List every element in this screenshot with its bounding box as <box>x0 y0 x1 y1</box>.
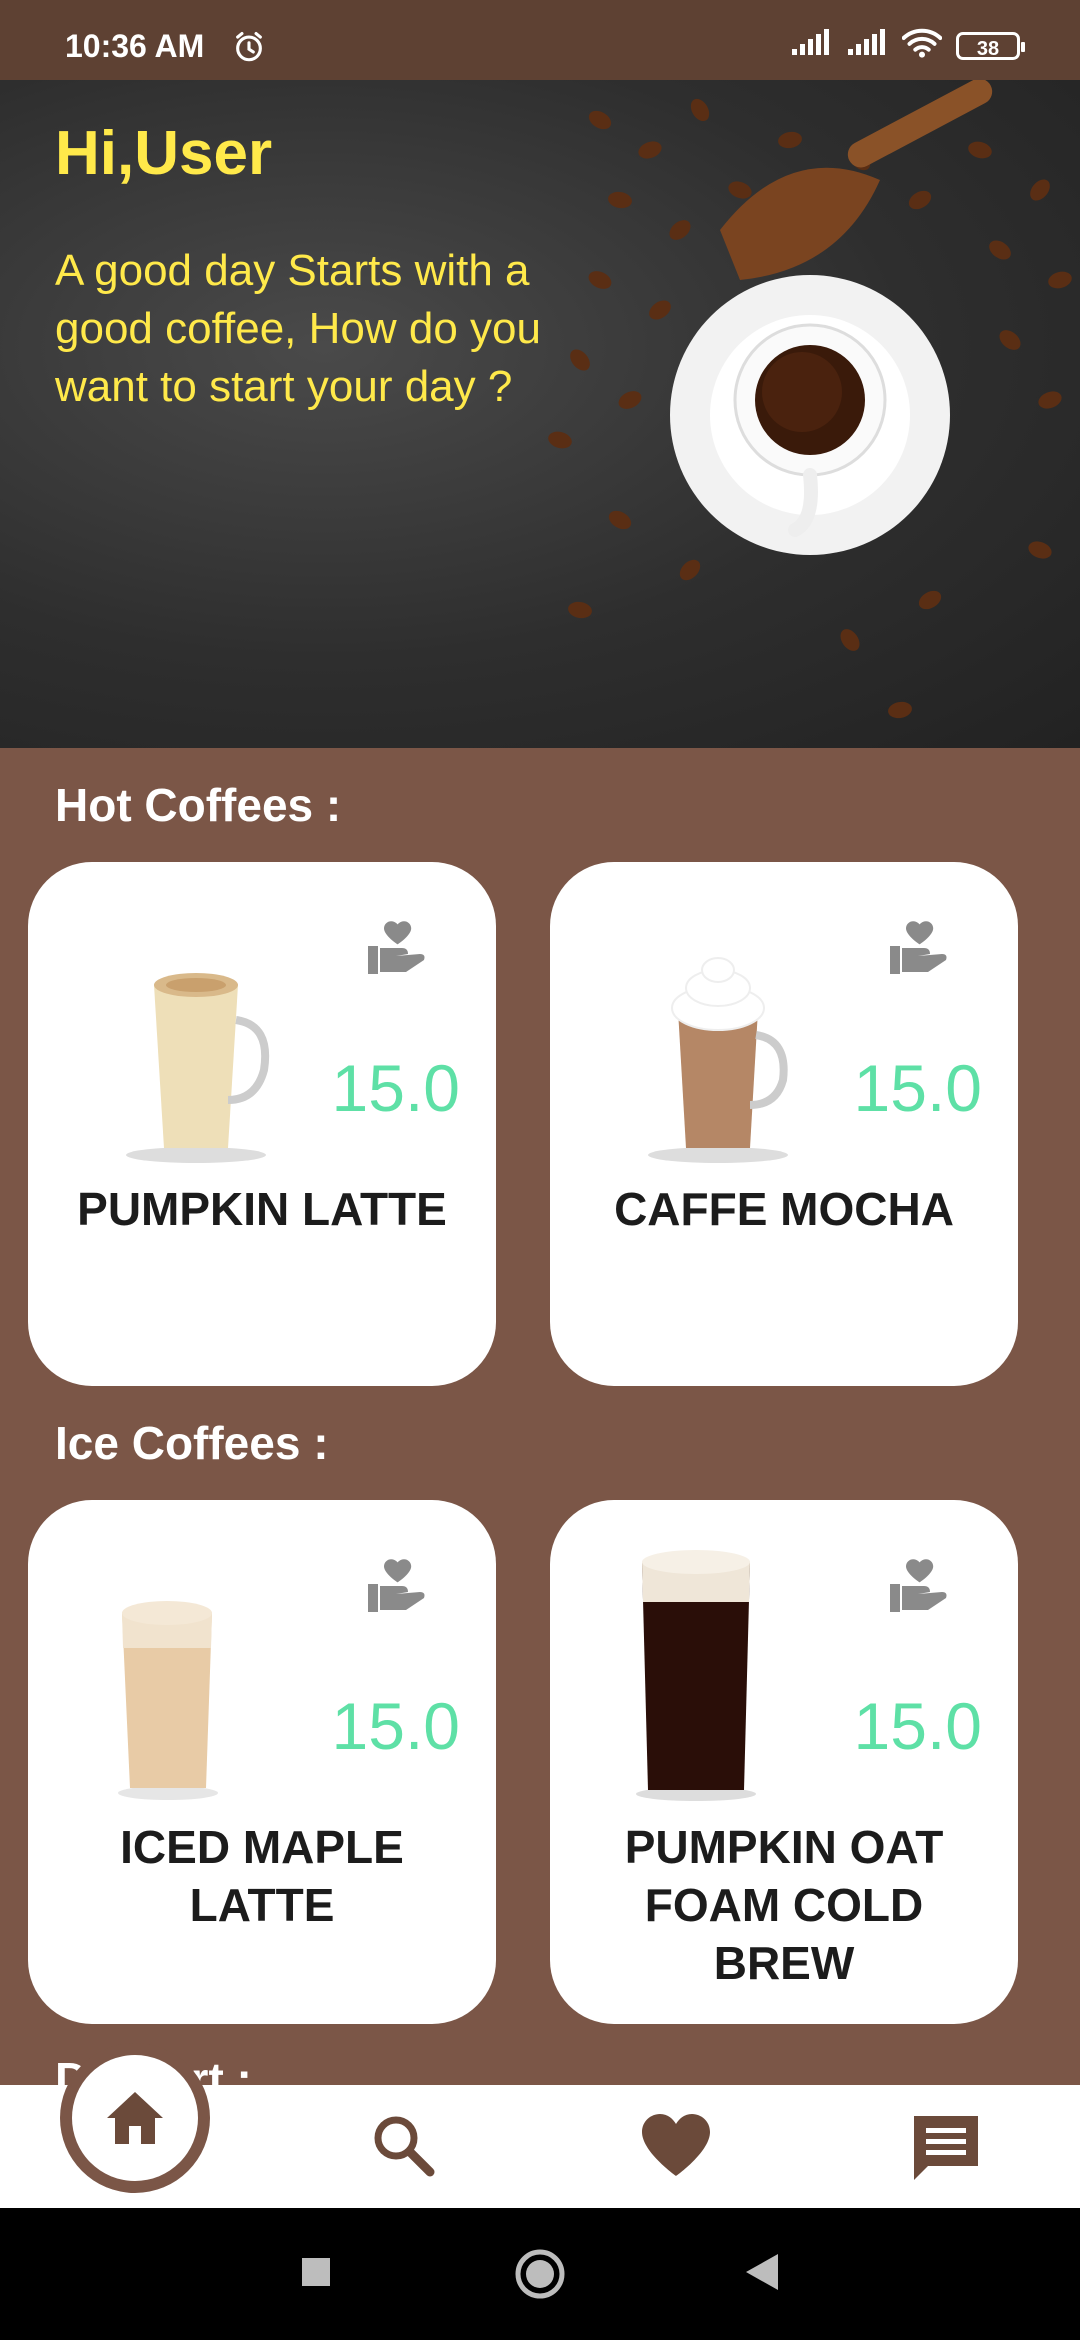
recents-icon[interactable] <box>300 2256 332 2293</box>
home-icon <box>107 2092 163 2144</box>
wifi-icon <box>901 28 943 63</box>
favorite-hand-heart-icon[interactable] <box>366 920 428 983</box>
product-card-pumpkin-oat-foam-cold-brew[interactable]: 15.0 PUMPKIN OAT FOAM COLD BREW <box>550 1500 1018 2024</box>
signal-icon <box>790 29 832 62</box>
favorite-hand-heart-icon[interactable] <box>888 1558 950 1621</box>
system-navigation-bar <box>0 2208 1080 2340</box>
home-system-icon[interactable] <box>514 2248 566 2305</box>
favorite-hand-heart-icon[interactable] <box>366 1558 428 1621</box>
alarm-icon <box>232 30 266 69</box>
hero-banner: Hi,User A good day Starts with a good co… <box>0 80 1080 748</box>
product-name: ICED MAPLE LATTE <box>120 1821 404 1931</box>
drink-image <box>118 1601 218 1800</box>
status-bar: 10:36 AM 38 <box>0 0 1080 80</box>
greeting: Hi,User <box>55 119 273 188</box>
drink-image <box>636 1550 756 1801</box>
status-time: 10:36 AM <box>65 28 205 64</box>
ice-coffees-title: Ice Coffees : <box>55 1417 329 1469</box>
search-icon[interactable] <box>370 2112 436 2183</box>
product-card-pumpkin-latte[interactable]: 15.0 PUMPKIN LATTE <box>28 862 496 1386</box>
home-button[interactable] <box>72 2055 198 2181</box>
signal-icon-2 <box>846 29 888 62</box>
back-icon[interactable] <box>744 2252 780 2297</box>
price: 15.0 <box>853 1689 982 1763</box>
favorite-hand-heart-icon[interactable] <box>888 920 950 983</box>
drink-image <box>648 957 788 1163</box>
battery-icon: 38 <box>956 31 1025 60</box>
price: 15.0 <box>331 1689 460 1763</box>
tagline: A good day Starts with a good coffee, Ho… <box>55 246 541 411</box>
drink-image <box>126 973 270 1163</box>
price: 15.0 <box>331 1051 460 1125</box>
heart-icon[interactable] <box>640 2112 712 2183</box>
product-card-caffe-mocha[interactable]: 15.0 CAFFE MOCHA <box>550 862 1018 1386</box>
hot-coffees-title: Hot Coffees : <box>55 779 342 831</box>
product-name: CAFFE MOCHA <box>614 1183 954 1235</box>
product-name: PUMPKIN LATTE <box>77 1183 447 1235</box>
product-name: PUMPKIN OAT FOAM COLD BREW <box>624 1821 944 1989</box>
chat-icon[interactable] <box>910 2112 982 2189</box>
product-card-iced-maple-latte[interactable]: 15.0 ICED MAPLE LATTE <box>28 1500 496 2024</box>
price: 15.0 <box>853 1051 982 1125</box>
